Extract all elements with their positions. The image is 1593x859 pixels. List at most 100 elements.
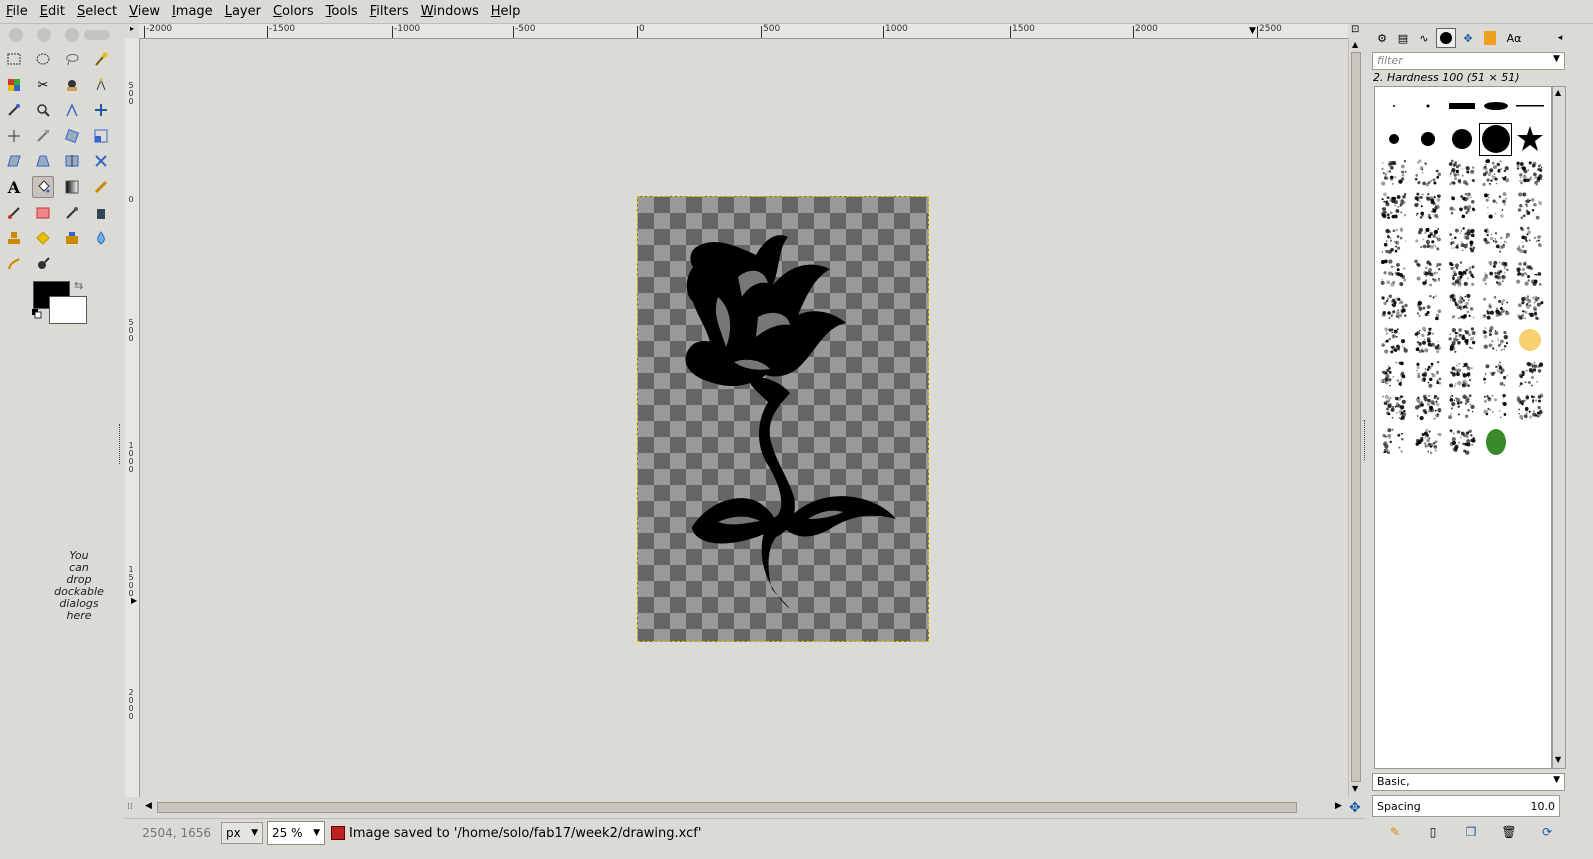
- menu-windows[interactable]: Windows: [415, 1, 485, 23]
- scroll-right-icon[interactable]: ▶: [1335, 801, 1342, 811]
- brush-thumbnail[interactable]: [1479, 122, 1512, 156]
- cage-transform-icon[interactable]: [90, 150, 112, 172]
- brush-thumbnail[interactable]: [1377, 324, 1410, 357]
- ellipse-select-icon[interactable]: [32, 48, 54, 70]
- brush-thumbnail[interactable]: [1513, 190, 1546, 223]
- menu-edit[interactable]: Edit: [34, 1, 71, 23]
- vertical-scroll-thumb[interactable]: [1351, 52, 1361, 782]
- menu-filters[interactable]: Filters: [364, 1, 415, 23]
- brush-thumbnail[interactable]: [1377, 123, 1410, 156]
- crop-icon[interactable]: [32, 125, 54, 147]
- refresh-brushes-icon[interactable]: ⟳: [1536, 822, 1558, 842]
- brush-thumbnail[interactable]: [1445, 156, 1478, 189]
- brush-thumbnail[interactable]: [1513, 223, 1546, 256]
- brush-thumbnail[interactable]: [1411, 123, 1444, 156]
- menu-colors[interactable]: Colors: [267, 1, 320, 23]
- brush-thumbnail[interactable]: [1445, 223, 1478, 256]
- brush-thumbnail[interactable]: [1479, 89, 1512, 122]
- brush-thumbnail[interactable]: [1445, 324, 1478, 357]
- brush-thumbnail[interactable]: [1377, 424, 1410, 457]
- brush-thumbnail[interactable]: [1479, 257, 1512, 290]
- zoom-icon[interactable]: [32, 99, 54, 121]
- bucket-fill-icon[interactable]: [32, 176, 54, 198]
- rect-select-icon[interactable]: [3, 48, 25, 70]
- gradients-tab-icon[interactable]: [1480, 28, 1500, 48]
- brush-thumbnail[interactable]: [1445, 357, 1478, 390]
- dodge-burn-icon[interactable]: [32, 253, 54, 275]
- image-layer[interactable]: [637, 196, 929, 642]
- reset-colors-icon[interactable]: [32, 309, 42, 319]
- brush-thumbnail[interactable]: [1377, 89, 1410, 122]
- menu-image[interactable]: Image: [166, 1, 219, 23]
- brush-thumbnail[interactable]: [1513, 156, 1546, 189]
- brush-thumbnail[interactable]: [1445, 190, 1478, 223]
- gradient-icon[interactable]: [61, 176, 83, 198]
- brush-thumbnail[interactable]: [1445, 257, 1478, 290]
- brush-thumbnail[interactable]: [1377, 357, 1410, 390]
- layers-tab-icon[interactable]: ▤: [1393, 28, 1413, 48]
- brush-thumbnail[interactable]: [1513, 290, 1546, 323]
- brush-tag-select[interactable]: Basic, ▼: [1372, 773, 1565, 791]
- text-tool-icon[interactable]: A: [3, 176, 25, 198]
- brush-scrollbar[interactable]: ▲ ▼: [1552, 86, 1566, 769]
- scroll-down-icon[interactable]: ▼: [1555, 755, 1561, 764]
- paintbrush-icon[interactable]: [3, 202, 25, 224]
- background-color-swatch[interactable]: [49, 296, 87, 324]
- scroll-up-icon[interactable]: ▲: [1352, 40, 1358, 49]
- brush-grid[interactable]: [1374, 86, 1552, 769]
- airbrush-icon[interactable]: [61, 202, 83, 224]
- brush-thumbnail[interactable]: [1377, 223, 1410, 256]
- brush-thumbnail[interactable]: [1513, 357, 1546, 390]
- brush-thumbnail[interactable]: [1479, 424, 1512, 457]
- brush-thumbnail[interactable]: [1445, 391, 1478, 424]
- unit-select[interactable]: px ▼: [221, 822, 263, 844]
- spacing-slider[interactable]: Spacing 10.0: [1372, 795, 1560, 817]
- brush-thumbnail[interactable]: [1377, 290, 1410, 323]
- scroll-left-icon[interactable]: ◀: [145, 801, 152, 811]
- brush-thumbnail[interactable]: [1377, 190, 1410, 223]
- duplicate-brush-icon[interactable]: ❐: [1460, 822, 1482, 842]
- brush-thumbnail[interactable]: [1513, 257, 1546, 290]
- brush-thumbnail[interactable]: [1411, 357, 1444, 390]
- ink-icon[interactable]: [90, 202, 112, 224]
- brush-thumbnail[interactable]: [1445, 290, 1478, 323]
- brush-thumbnail[interactable]: [1479, 324, 1512, 357]
- dock-splitter[interactable]: [1364, 420, 1369, 460]
- perspective-icon[interactable]: [32, 150, 54, 172]
- menu-file[interactable]: File: [0, 1, 34, 23]
- ruler-corner[interactable]: ▸: [125, 24, 139, 38]
- scissors-icon[interactable]: ✂: [32, 74, 54, 96]
- brush-thumbnail[interactable]: [1479, 223, 1512, 256]
- brush-thumbnail[interactable]: [1479, 290, 1512, 323]
- navigation-tab-icon[interactable]: ✥: [1458, 28, 1478, 48]
- move-icon[interactable]: [90, 99, 112, 121]
- paths-tab-icon[interactable]: ∿: [1414, 28, 1434, 48]
- brush-thumbnail[interactable]: [1445, 424, 1478, 457]
- horizontal-scroll-thumb[interactable]: [157, 802, 1297, 813]
- menu-layer[interactable]: Layer: [219, 1, 267, 23]
- navigate-icon[interactable]: ✥: [1349, 800, 1361, 816]
- zoom-fit-icon[interactable]: ⊡: [1351, 24, 1359, 35]
- perspective-clone-icon[interactable]: [61, 227, 83, 249]
- delete-brush-icon[interactable]: 🗑: [1498, 822, 1520, 842]
- paths-icon[interactable]: [90, 74, 112, 96]
- dock-menu-icon[interactable]: ◂: [1550, 28, 1570, 48]
- shear-icon[interactable]: [3, 150, 25, 172]
- brush-thumbnail[interactable]: [1411, 424, 1444, 457]
- smudge-icon[interactable]: [3, 253, 25, 275]
- heal-icon[interactable]: [32, 227, 54, 249]
- brush-filter-input[interactable]: filter: [1372, 52, 1565, 70]
- brush-thumbnail[interactable]: [1411, 190, 1444, 223]
- foreground-select-icon[interactable]: [61, 74, 83, 96]
- new-brush-icon[interactable]: ▯: [1422, 822, 1444, 842]
- edit-brush-icon[interactable]: ✎: [1384, 822, 1406, 842]
- brush-thumbnail[interactable]: [1479, 156, 1512, 189]
- lasso-icon[interactable]: [61, 48, 83, 70]
- clone-icon[interactable]: [3, 227, 25, 249]
- alignment-icon[interactable]: [3, 125, 25, 147]
- quick-mask-icon[interactable]: ⁞⁞: [127, 802, 133, 812]
- color-picker-icon[interactable]: [3, 99, 25, 121]
- brush-thumbnail[interactable]: [1411, 89, 1444, 122]
- brush-thumbnail[interactable]: [1377, 391, 1410, 424]
- brush-thumbnail[interactable]: [1445, 89, 1478, 122]
